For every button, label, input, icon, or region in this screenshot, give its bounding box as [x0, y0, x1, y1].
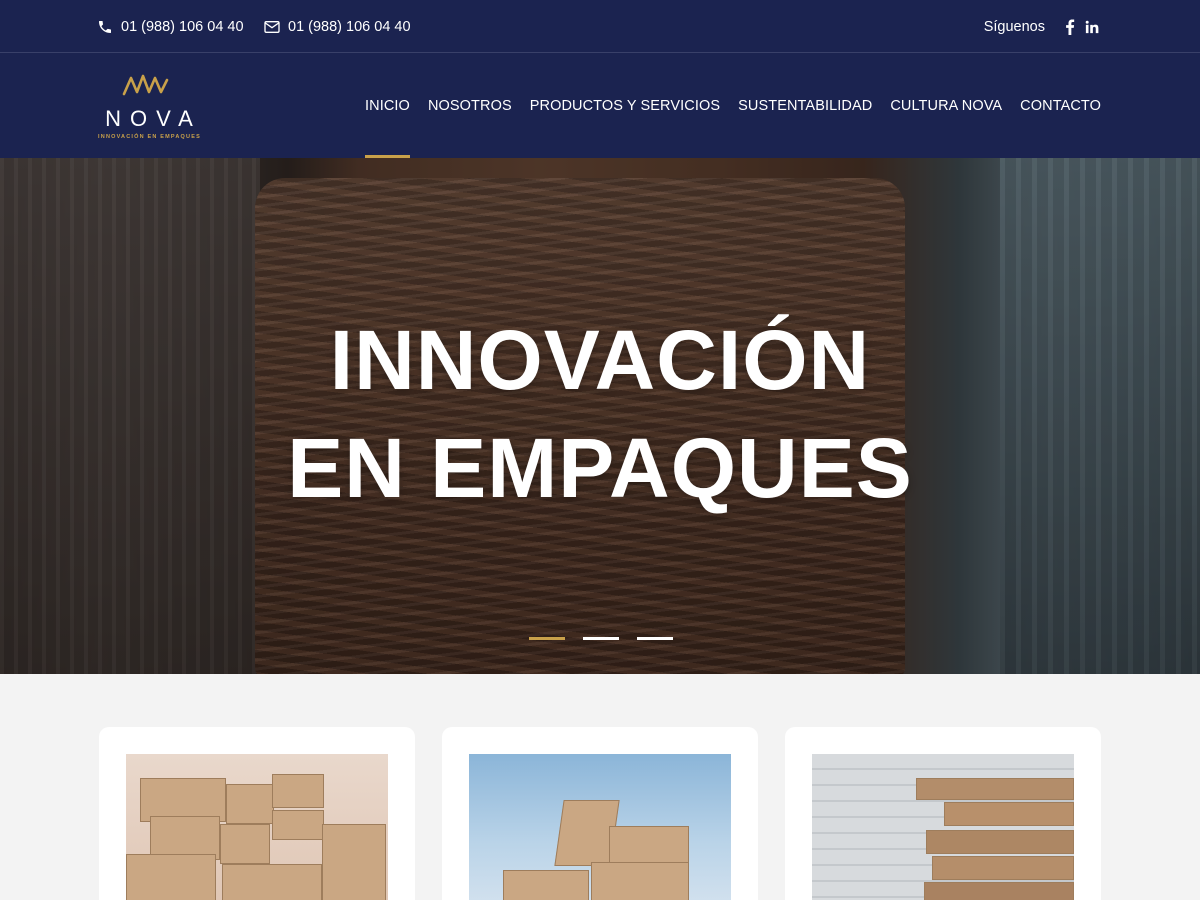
product-cards	[99, 727, 1103, 900]
hero-title-line-2: EN EMPAQUES	[287, 421, 913, 515]
product-card-2[interactable]	[442, 727, 758, 900]
nav-item-contacto[interactable]: CONTACTO	[1020, 53, 1101, 158]
main-menu: INICIO NOSOTROS PRODUCTOS Y SERVICIOS SU…	[365, 53, 1101, 158]
nav-item-sustentabilidad[interactable]: SUSTENTABILIDAD	[738, 53, 872, 158]
nav-item-cultura-nova[interactable]: CULTURA NOVA	[890, 53, 1002, 158]
stacked-boxes-image	[126, 754, 388, 900]
main-header: NOVA INNOVACIÓN EN EMPAQUES INICIO NOSOT…	[0, 53, 1200, 158]
nav-item-nosotros[interactable]: NOSOTROS	[428, 53, 512, 158]
hero-title-line-1: INNOVACIÓN	[329, 313, 871, 407]
nova-logo-mark-icon	[122, 74, 169, 96]
email-text: 01 (988) 106 04 40	[288, 18, 411, 35]
phone-icon	[99, 20, 111, 33]
slider-dot-2[interactable]	[583, 637, 619, 640]
email-contact[interactable]: 01 (988) 106 04 40	[264, 0, 411, 53]
product-card-3[interactable]	[785, 727, 1101, 900]
hero-title: INNOVACIÓN EN EMPAQUES	[0, 306, 1200, 522]
follow-label: Síguenos	[983, 18, 1045, 35]
social-links: Síguenos	[984, 0, 1101, 53]
phone-text: 01 (988) 106 04 40	[121, 18, 244, 35]
top-bar: 01 (988) 106 04 40 01 (988) 106 04 40 Sí…	[0, 0, 1200, 53]
envelope-icon	[264, 20, 280, 33]
slider-dot-1[interactable]	[529, 637, 565, 640]
logo-tagline: INNOVACIÓN EN EMPAQUES	[98, 134, 201, 140]
facebook-icon[interactable]	[1061, 18, 1079, 36]
nav-item-productos-y-servicios[interactable]: PRODUCTOS Y SERVICIOS	[530, 53, 720, 158]
linkedin-icon[interactable]	[1083, 18, 1101, 36]
slider-indicators	[529, 637, 673, 640]
nova-logo[interactable]: NOVA INNOVACIÓN EN EMPAQUES	[97, 70, 202, 144]
slider-dot-3[interactable]	[637, 637, 673, 640]
hero-slider: INNOVACIÓN EN EMPAQUES	[0, 158, 1200, 674]
open-boxes-image	[469, 754, 731, 900]
phone-contact[interactable]: 01 (988) 106 04 40	[97, 0, 244, 53]
logo-wordmark: NOVA	[105, 106, 202, 131]
flat-boxes-image	[812, 754, 1074, 900]
nav-item-inicio[interactable]: INICIO	[365, 53, 410, 158]
product-card-1[interactable]	[99, 727, 415, 900]
